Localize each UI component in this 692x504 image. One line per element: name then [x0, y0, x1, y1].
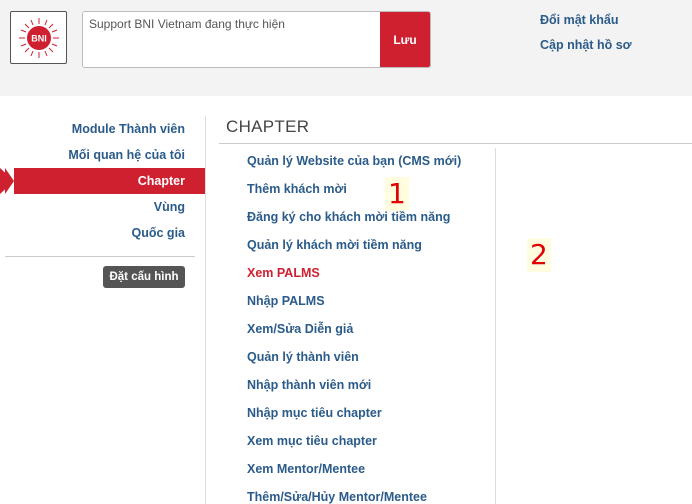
menu-item-add-new-member[interactable]: Nhập thành viên mới [247, 371, 461, 399]
menu-item-manage-prospects[interactable]: Quản lý khách mời tiềm năng [247, 231, 461, 259]
menu-item-enter-chapter-goals[interactable]: Nhập mục tiêu chapter [247, 399, 461, 427]
annotation-marker-2: 2 [527, 238, 551, 272]
menu-item-enter-palms[interactable]: Nhập PALMS [247, 287, 461, 315]
change-password-link[interactable]: Đổi mật khẩu [540, 13, 632, 27]
status-box: Lưu [82, 11, 431, 68]
svg-text:BNI: BNI [31, 33, 47, 43]
page-title: CHAPTER [226, 117, 310, 136]
save-button[interactable]: Lưu [380, 12, 430, 67]
menu-item-add-visitor[interactable]: Thêm khách mời [247, 175, 461, 203]
sidebar-item-region[interactable]: Vùng [0, 194, 205, 220]
menu-item-manage-members[interactable]: Quản lý thành viên [247, 343, 461, 371]
status-input[interactable] [83, 12, 381, 67]
chapter-menu: Quản lý Website của bạn (CMS mới) Thêm k… [247, 147, 461, 504]
update-profile-link[interactable]: Cập nhật hồ sơ [540, 38, 632, 52]
bni-logo[interactable]: BNI [10, 11, 67, 64]
top-bar: BNI Lưu Đổi mật khẩu Cập nhật hồ sơ [0, 0, 692, 96]
column-divider [495, 148, 496, 504]
account-links: Đổi mật khẩu Cập nhật hồ sơ [540, 13, 632, 63]
menu-item-view-chapter-goals[interactable]: Xem mục tiêu chapter [247, 427, 461, 455]
menu-item-edit-speakers[interactable]: Xem/Sửa Diễn giả [247, 315, 461, 343]
title-divider [219, 143, 692, 144]
sidebar-item-country[interactable]: Quốc gia [0, 220, 205, 246]
sidebar-item-member-module[interactable]: Module Thành viên [0, 116, 205, 142]
annotation-marker-1: 1 [385, 177, 409, 211]
sidebar-item-my-relationships[interactable]: Mối quan hệ của tôi [0, 142, 205, 168]
menu-item-view-palms[interactable]: Xem PALMS [247, 259, 461, 287]
menu-item-manage-website[interactable]: Quản lý Website của bạn (CMS mới) [247, 147, 461, 175]
menu-item-view-mentor-mentee[interactable]: Xem Mentor/Mentee [247, 455, 461, 483]
menu-item-edit-mentor-mentee[interactable]: Thêm/Sửa/Hủy Mentor/Mentee [247, 483, 461, 504]
menu-item-register-prospect[interactable]: Đăng ký cho khách mời tiềm năng [247, 203, 461, 231]
sidebar-nav: Module Thành viên Mối quan hệ của tôi Ch… [0, 116, 205, 288]
sidebar-divider [5, 256, 195, 257]
bni-logo-icon: BNI [18, 17, 59, 58]
sidebar-border [205, 116, 206, 504]
settings-button[interactable]: Đặt cấu hình [103, 266, 185, 288]
sidebar-item-chapter[interactable]: Chapter [0, 168, 205, 194]
